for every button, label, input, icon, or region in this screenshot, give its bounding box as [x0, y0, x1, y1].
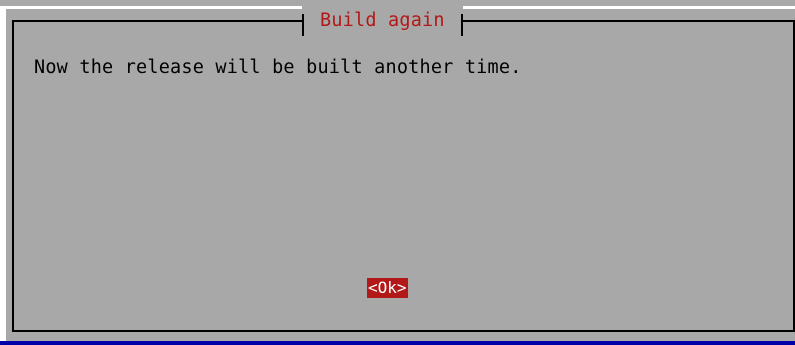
title-left-tick: [302, 14, 304, 36]
frame-left-border: [12, 20, 14, 332]
background-strip: [0, 341, 795, 345]
frame-bottom-border: [12, 330, 795, 332]
dialog-title: Build again: [320, 9, 445, 31]
terminal-screen: Build again Now the release will be buil…: [0, 0, 795, 345]
ok-button[interactable]: <Ok>: [367, 278, 408, 298]
dialog-message: Now the release will be built another ti…: [34, 57, 522, 78]
dialog-title-area: Build again: [302, 4, 463, 36]
dialog-box: Build again Now the release will be buil…: [0, 0, 795, 341]
title-right-tick: [460, 14, 463, 36]
dialog-left-highlight: [0, 6, 6, 341]
